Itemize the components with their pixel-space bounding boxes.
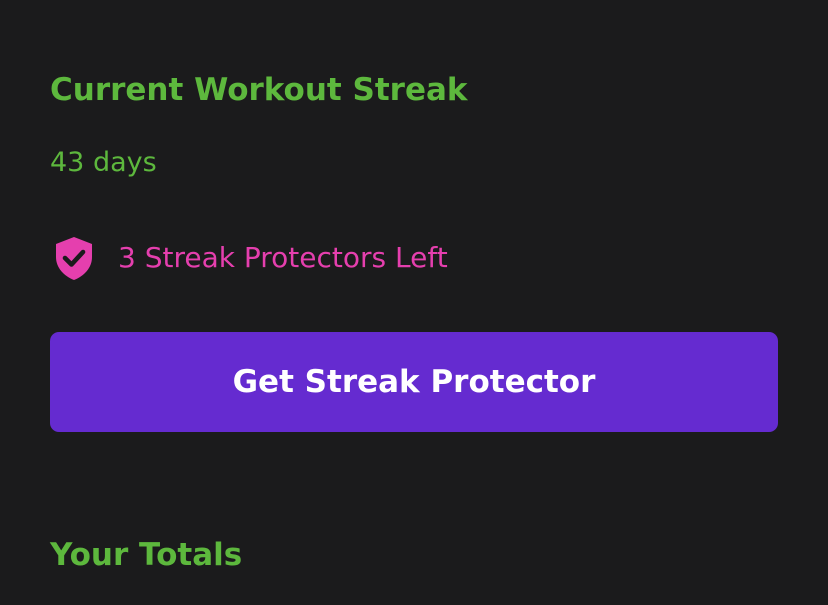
streak-title: Current Workout Streak xyxy=(50,72,468,108)
get-streak-protector-button-label: Get Streak Protector xyxy=(232,364,596,400)
get-streak-protector-button[interactable]: Get Streak Protector xyxy=(50,332,778,432)
streak-protectors-status: 3 Streak Protectors Left xyxy=(52,234,448,282)
streak-protectors-label: 3 Streak Protectors Left xyxy=(118,241,448,274)
streak-value: 43 days xyxy=(50,147,157,178)
totals-title: Your Totals xyxy=(50,537,243,573)
shield-check-icon xyxy=(56,237,92,280)
